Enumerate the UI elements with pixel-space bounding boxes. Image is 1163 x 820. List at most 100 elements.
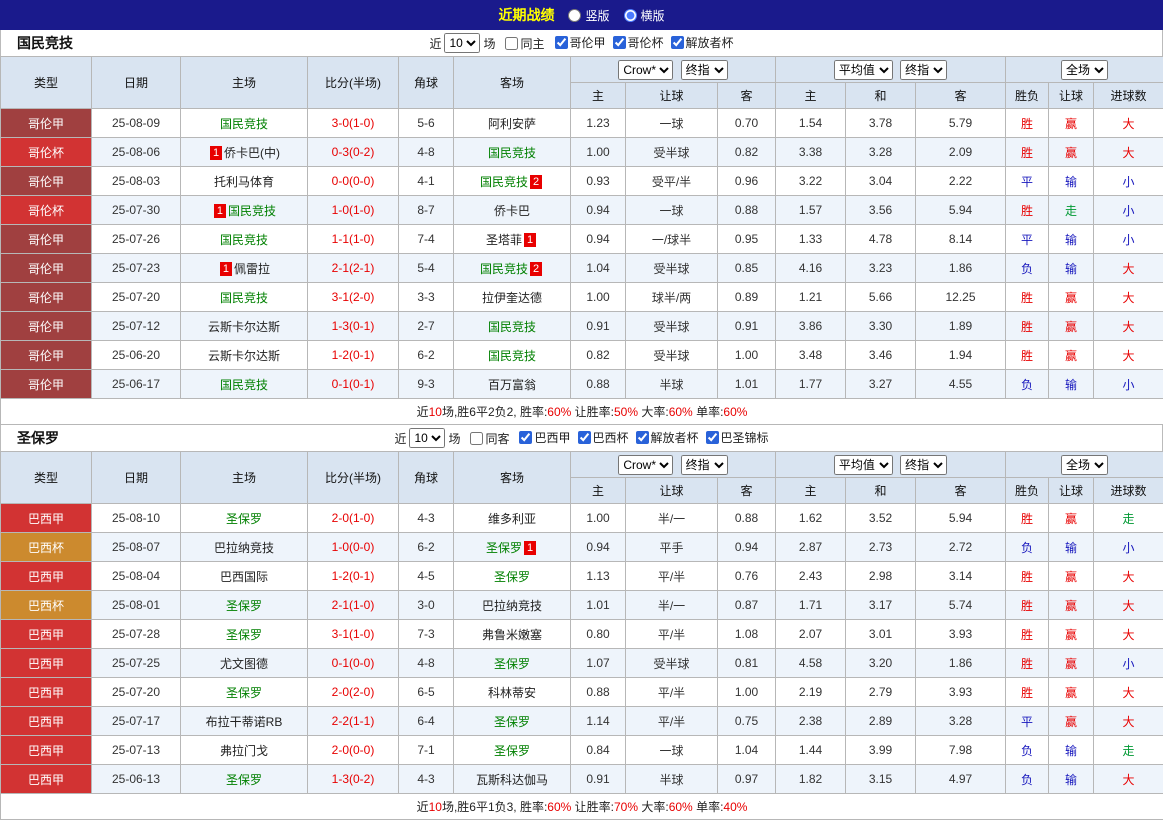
score-cell[interactable]: 2-1(1-0) (308, 591, 399, 620)
score-cell[interactable]: 0-0(0-0) (308, 167, 399, 196)
asian-company-select[interactable]: Crow* (618, 60, 673, 80)
score-cell[interactable]: 1-1(1-0) (308, 225, 399, 254)
opponent-team-name[interactable]: 尤文图德 (220, 657, 268, 671)
focus-team-name[interactable]: 国民竞技 (480, 175, 528, 189)
focus-team-name[interactable]: 圣保罗 (494, 657, 530, 671)
opponent-team-name[interactable]: 圣塔菲 (486, 233, 522, 247)
focus-team-name[interactable]: 国民竞技 (220, 378, 268, 392)
handicap-result-cell: 输 (1049, 765, 1094, 794)
opponent-team-name[interactable]: 云斯卡尔达斯 (208, 320, 280, 334)
focus-team-name[interactable]: 国民竞技 (220, 233, 268, 247)
league-filter[interactable]: 解放者杯 (671, 34, 734, 51)
focus-team-name[interactable]: 国民竞技 (488, 146, 536, 160)
opponent-team-name[interactable]: 托利马体育 (214, 175, 274, 189)
league-checkbox[interactable] (578, 431, 591, 444)
opponent-team-name[interactable]: 佩雷拉 (234, 262, 270, 276)
focus-team-name[interactable]: 圣保罗 (226, 599, 262, 613)
focus-team-name[interactable]: 国民竞技 (228, 204, 276, 218)
same-venue-checkbox[interactable] (470, 432, 483, 445)
focus-team-name[interactable]: 圣保罗 (494, 570, 530, 584)
focus-team-name[interactable]: 圣保罗 (226, 512, 262, 526)
focus-team-name[interactable]: 国民竞技 (220, 291, 268, 305)
opponent-team-name[interactable]: 科林蒂安 (488, 686, 536, 700)
view-option-vertical[interactable]: 竖版 (568, 7, 609, 24)
league-checkbox[interactable] (706, 431, 719, 444)
score-cell[interactable]: 3-1(1-0) (308, 620, 399, 649)
score-cell[interactable]: 0-1(0-1) (308, 370, 399, 399)
opponent-team-name[interactable]: 百万富翁 (488, 378, 536, 392)
vertical-radio[interactable] (568, 9, 581, 22)
league-filter[interactable]: 哥伦甲 (555, 34, 606, 51)
euro-time-select[interactable]: 终指 (900, 60, 947, 80)
opponent-team-name[interactable]: 拉伊奎达德 (482, 291, 542, 305)
opponent-team-name[interactable]: 巴拉纳竞技 (482, 599, 542, 613)
score-cell[interactable]: 0-1(0-0) (308, 649, 399, 678)
opponent-team-name[interactable]: 阿利安萨 (488, 117, 536, 131)
asian-time-select[interactable]: 终指 (681, 60, 728, 80)
focus-team-name[interactable]: 国民竞技 (220, 117, 268, 131)
focus-team-name[interactable]: 圣保罗 (494, 744, 530, 758)
score-cell[interactable]: 1-3(0-2) (308, 765, 399, 794)
league-checkbox[interactable] (636, 431, 649, 444)
league-checkbox[interactable] (519, 431, 532, 444)
match-count-select[interactable]: 10 (409, 428, 445, 448)
opponent-team-name[interactable]: 云斯卡尔达斯 (208, 349, 280, 363)
league-checkbox[interactable] (555, 36, 568, 49)
focus-team-name[interactable]: 国民竞技 (488, 349, 536, 363)
score-cell[interactable]: 1-2(0-1) (308, 341, 399, 370)
score-cell[interactable]: 3-1(2-0) (308, 283, 399, 312)
league-filter[interactable]: 巴西甲 (519, 429, 570, 446)
opponent-team-name[interactable]: 巴西国际 (220, 570, 268, 584)
corner-cell: 4-3 (399, 765, 454, 794)
full-match-select[interactable]: 全场 (1061, 455, 1108, 475)
league-checkbox[interactable] (671, 36, 684, 49)
horizontal-radio[interactable] (624, 9, 637, 22)
euro-company-select[interactable]: 平均值 (834, 455, 893, 475)
focus-team-name[interactable]: 圣保罗 (226, 686, 262, 700)
same-venue-filter[interactable]: 同主 (505, 35, 544, 52)
opponent-team-name[interactable]: 弗鲁米嫩塞 (482, 628, 542, 642)
opponent-team-name[interactable]: 瓦斯科达伽马 (476, 773, 548, 787)
score-cell[interactable]: 0-3(0-2) (308, 138, 399, 167)
score-cell[interactable]: 2-1(2-1) (308, 254, 399, 283)
league-type-cell: 巴西甲 (1, 504, 92, 533)
full-match-select[interactable]: 全场 (1061, 60, 1108, 80)
score-cell[interactable]: 2-0(1-0) (308, 504, 399, 533)
focus-team-name[interactable]: 圣保罗 (486, 541, 522, 555)
focus-team-name[interactable]: 圣保罗 (226, 773, 262, 787)
league-filter[interactable]: 巴圣锦标 (706, 429, 769, 446)
score-cell[interactable]: 1-3(0-1) (308, 312, 399, 341)
euro-company-select[interactable]: 平均值 (834, 60, 893, 80)
match-count-select[interactable]: 10 (444, 33, 480, 53)
view-option-horizontal[interactable]: 横版 (624, 7, 665, 24)
score-cell[interactable]: 2-0(2-0) (308, 678, 399, 707)
euro-time-select[interactable]: 终指 (900, 455, 947, 475)
same-venue-checkbox[interactable] (505, 37, 518, 50)
opponent-team-name[interactable]: 维多利亚 (488, 512, 536, 526)
asian-away-odds-cell: 0.96 (718, 167, 776, 196)
league-filter[interactable]: 哥伦杯 (613, 34, 664, 51)
asian-time-select[interactable]: 终指 (681, 455, 728, 475)
asian-company-select[interactable]: Crow* (618, 455, 673, 475)
same-venue-filter[interactable]: 同客 (470, 430, 509, 447)
focus-team-name[interactable]: 国民竞技 (480, 262, 528, 276)
league-filter[interactable]: 解放者杯 (636, 429, 699, 446)
score-cell[interactable]: 2-2(1-1) (308, 707, 399, 736)
score-cell[interactable]: 1-2(0-1) (308, 562, 399, 591)
result-cell: 平 (1006, 707, 1049, 736)
score-cell[interactable]: 2-0(0-0) (308, 736, 399, 765)
league-checkbox[interactable] (613, 36, 626, 49)
opponent-team-name[interactable]: 弗拉门戈 (220, 744, 268, 758)
opponent-team-name[interactable]: 布拉干蒂诺RB (206, 715, 283, 729)
focus-team-name[interactable]: 圣保罗 (494, 715, 530, 729)
focus-team-name[interactable]: 国民竞技 (488, 320, 536, 334)
away-team-cell: 阿利安萨 (454, 109, 571, 138)
focus-team-name[interactable]: 圣保罗 (226, 628, 262, 642)
score-cell[interactable]: 1-0(0-0) (308, 533, 399, 562)
opponent-team-name[interactable]: 巴拉纳竞技 (214, 541, 274, 555)
score-cell[interactable]: 3-0(1-0) (308, 109, 399, 138)
league-filter[interactable]: 巴西杯 (578, 429, 629, 446)
opponent-team-name[interactable]: 侨卡巴(中) (224, 146, 280, 160)
score-cell[interactable]: 1-0(1-0) (308, 196, 399, 225)
opponent-team-name[interactable]: 侨卡巴 (494, 204, 530, 218)
